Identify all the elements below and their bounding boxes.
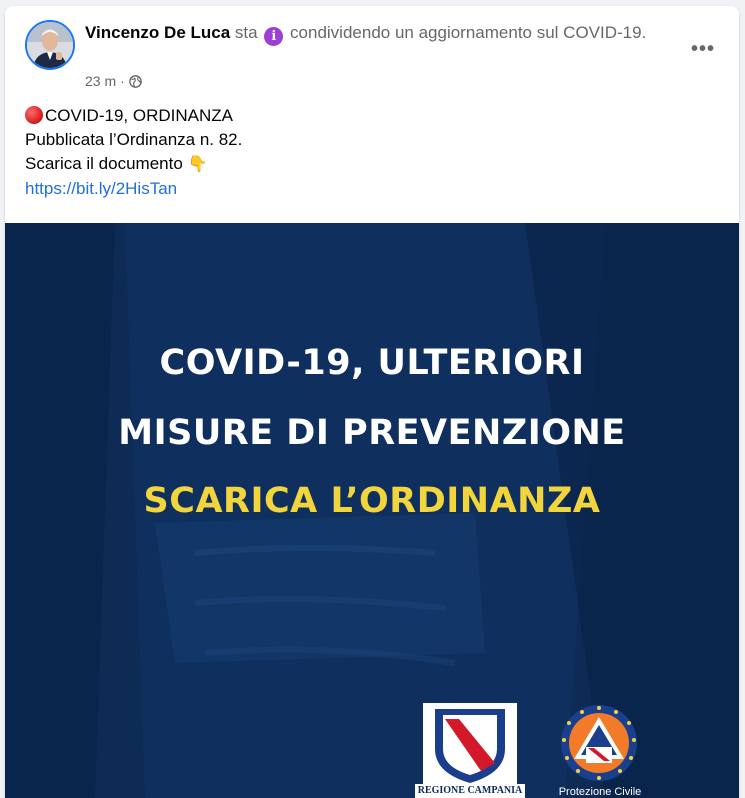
post-meta: 23 m · <box>85 73 142 89</box>
author-avatar[interactable] <box>25 20 75 70</box>
post-headline-line: COVID-19, ORDINANZA <box>25 104 725 128</box>
pointing-down-icon: 👇 <box>187 156 208 173</box>
protezione-civile-caption: Protezione Civile <box>558 786 642 798</box>
regione-campania-caption: REGIONE CAMPANIA <box>415 784 525 798</box>
post-card: Vincenzo De Luca sta i condividendo un a… <box>5 6 739 798</box>
post-image[interactable]: COVID-19, ULTERIORI MISURE DI PREVENZION… <box>5 223 739 798</box>
post-line-2-wrap: Scarica il documento 👇 <box>25 152 725 177</box>
more-options-button[interactable]: ••• <box>685 31 721 67</box>
meta-separator: · <box>120 73 125 89</box>
post-line-2: Scarica il documento <box>25 154 183 173</box>
protezione-civile-logo <box>561 705 637 781</box>
info-icon: i <box>264 27 284 46</box>
author-name[interactable]: Vincenzo De Luca <box>85 23 230 42</box>
post-text: COVID-19, ORDINANZA Pubblicata l’Ordinan… <box>25 104 725 201</box>
post-header: Vincenzo De Luca sta i condividendo un a… <box>5 6 739 96</box>
activity-text: condividendo un aggiornamento sul COVID-… <box>285 23 647 42</box>
image-title-line-2: MISURE DI PREVENZIONE <box>118 413 626 453</box>
post-headline: COVID-19, ORDINANZA <box>45 106 233 125</box>
more-options-icon: ••• <box>690 38 715 60</box>
author-line: Vincenzo De Luca sta i condividendo un a… <box>85 21 670 46</box>
image-title-line-3: SCARICA L’ORDINANZA <box>143 481 601 521</box>
image-title-line-1: COVID-19, ULTERIORI <box>159 343 585 383</box>
globe-icon[interactable] <box>128 74 142 88</box>
red-circle-icon <box>25 106 43 124</box>
post-line-1: Pubblicata l’Ordinanza n. 82. <box>25 130 243 149</box>
activity-verb: sta <box>230 23 263 42</box>
document-link[interactable]: https://bit.ly/2HisTan <box>25 177 725 201</box>
post-timestamp[interactable]: 23 m <box>85 73 116 89</box>
